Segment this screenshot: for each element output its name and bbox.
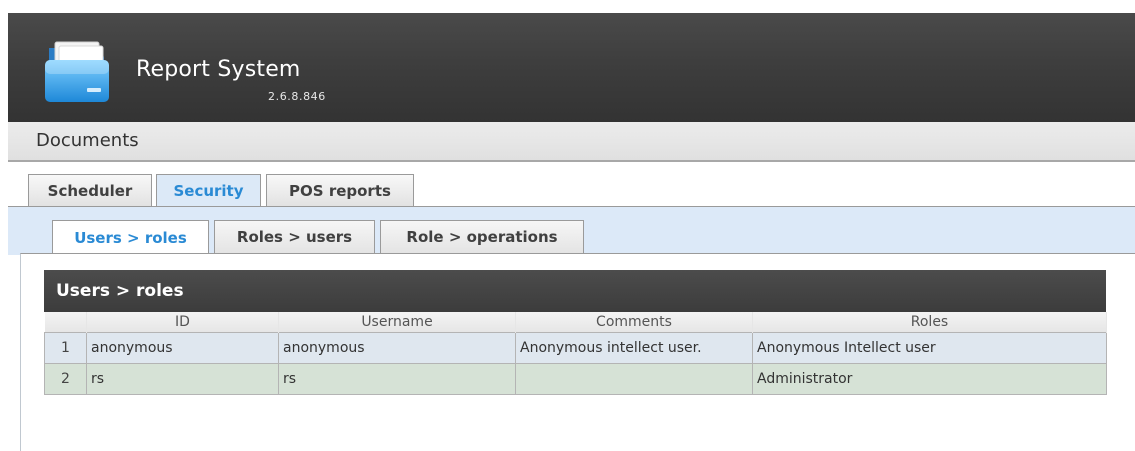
- subtab-roles-users[interactable]: Roles > users: [214, 220, 375, 253]
- subtab-role-operations[interactable]: Role > operations: [380, 220, 584, 253]
- column-header-comments[interactable]: Comments: [515, 312, 753, 333]
- grid-header-row: ID Username Comments Roles: [44, 312, 1107, 333]
- row-number: 1: [44, 332, 87, 364]
- table-row[interactable]: 2 rs rs Administrator: [44, 363, 1107, 395]
- app-version: 2.6.8.846: [268, 90, 326, 103]
- tab-scheduler[interactable]: Scheduler: [28, 174, 152, 206]
- grid-caption: Users > roles: [44, 270, 1106, 312]
- app-header: Report System 2.6.8.846: [8, 13, 1135, 122]
- cell-roles[interactable]: Anonymous Intellect user: [752, 332, 1107, 364]
- tab-pos-reports[interactable]: POS reports: [266, 174, 414, 206]
- row-number: 2: [44, 363, 87, 395]
- cell-username[interactable]: anonymous: [278, 332, 516, 364]
- cell-username[interactable]: rs: [278, 363, 516, 395]
- cell-roles[interactable]: Administrator: [752, 363, 1107, 395]
- app-title: Report System: [136, 57, 301, 82]
- column-header-username[interactable]: Username: [278, 312, 516, 333]
- table-row[interactable]: 1 anonymous anonymous Anonymous intellec…: [44, 332, 1107, 364]
- column-header-roles[interactable]: Roles: [752, 312, 1107, 333]
- cell-id[interactable]: rs: [86, 363, 279, 395]
- documents-title: Documents: [36, 130, 139, 151]
- folder-icon: [45, 41, 109, 102]
- documents-bar: Documents: [8, 122, 1135, 162]
- grid-table: ID Username Comments Roles 1 anonymous a…: [44, 312, 1107, 395]
- cell-comments[interactable]: Anonymous intellect user.: [515, 332, 753, 364]
- cell-id[interactable]: anonymous: [86, 332, 279, 364]
- subtab-users-roles[interactable]: Users > roles: [52, 220, 209, 255]
- tab-security[interactable]: Security: [156, 174, 261, 206]
- column-header-id[interactable]: ID: [86, 312, 279, 333]
- row-number-header: [44, 312, 87, 333]
- cell-comments[interactable]: [515, 363, 753, 395]
- users-roles-grid: Users > roles ID Username Comments Roles…: [44, 270, 1107, 395]
